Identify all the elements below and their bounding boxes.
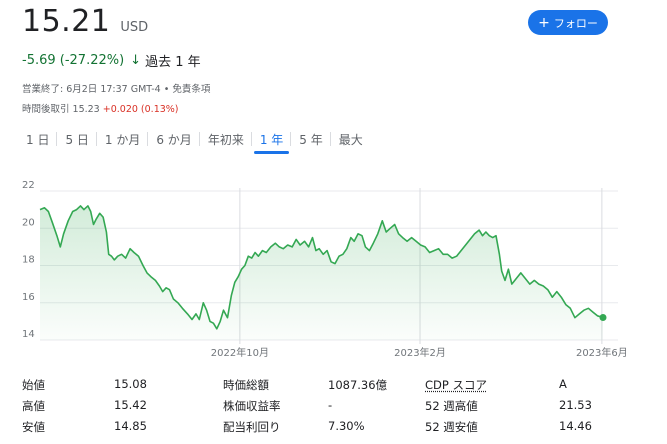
price-header: 15.21 USD [22, 4, 148, 39]
tab-range-0[interactable]: 1 日 [18, 128, 58, 156]
tab-range-3[interactable]: 6 か月 [148, 128, 201, 156]
follow-button-label: フォロー [553, 16, 598, 30]
stat-value-open: 15.08 [114, 377, 147, 391]
y-tick-label: 22 [22, 180, 35, 191]
price-change-row: -5.69 (-27.22%) ↓ 過去 1 年 [22, 51, 201, 70]
stats-row: 安値 14.85 配当利回り 7.30% 52 週安値 14.46 [22, 419, 642, 440]
tab-range-6[interactable]: 5 年 [291, 128, 332, 156]
stat-value-52w-low: 14.46 [559, 419, 592, 433]
stat-value-low: 14.85 [114, 419, 147, 433]
tab-label: 最大 [338, 133, 363, 147]
after-hours-info: 時間後取引 15.23 +0.020 (0.13%) [22, 101, 179, 115]
stat-value-market-cap: 1087.36億 [328, 378, 388, 392]
change-period: 過去 1 年 [145, 55, 201, 70]
stat-value-dividend-yield: 7.30% [328, 419, 365, 433]
stat-value-52w-high: 21.53 [559, 398, 592, 412]
stats-table: 始値 15.08 時価総額 1087.36億 CDP スコア A 高値 15.4… [22, 377, 642, 440]
tab-range-5[interactable]: 1 年 [252, 128, 292, 156]
active-tab-indicator [253, 151, 290, 154]
currency-label: USD [120, 20, 149, 35]
x-tick-label: 2023年6月 [576, 346, 628, 359]
arrow-down-icon: ↓ [130, 53, 142, 68]
y-tick-label: 20 [22, 217, 35, 228]
tab-label: 5 日 [65, 133, 89, 147]
x-tick-label: 2023年2月 [394, 346, 446, 359]
price-chart-svg: 22 20 18 16 14 2022年10月 2023年2月 2023年6月 [22, 180, 628, 359]
stats-row: 高値 15.42 株価収益率 - 52 週高値 21.53 [22, 398, 642, 419]
stat-value-pe-ratio: - [328, 398, 333, 412]
stat-label-52w-low: 52 週安値 [425, 420, 478, 434]
x-tick-label: 2022年10月 [211, 346, 269, 359]
plus-icon: + [538, 14, 550, 31]
tab-range-4[interactable]: 年初来 [200, 128, 252, 156]
price-chart[interactable]: 22 20 18 16 14 2022年10月 2023年2月 2023年6月 [0, 170, 667, 370]
stat-label-cdp-score[interactable]: CDP スコア [425, 377, 487, 393]
tab-label: 5 年 [299, 133, 323, 147]
after-hours-change: +0.020 (0.13%) [102, 104, 179, 115]
follow-button[interactable]: + フォロー [528, 10, 608, 35]
tab-label: 1 日 [26, 133, 50, 147]
stat-label-high: 高値 [22, 399, 45, 413]
stat-label-dividend-yield: 配当利回り [223, 420, 281, 434]
stat-value-high: 15.42 [114, 398, 147, 412]
tab-range-1[interactable]: 5 日 [57, 128, 98, 156]
current-price: 15.21 [22, 4, 111, 39]
after-hours-label: 時間後取引 15.23 [22, 104, 100, 115]
stat-label-open: 始値 [22, 378, 45, 392]
price-change: -5.69 (-27.22%) [22, 53, 125, 68]
tab-label: 1 か月 [104, 133, 141, 147]
tab-range-7[interactable]: 最大 [331, 128, 371, 156]
stat-label-market-cap: 時価総額 [223, 378, 269, 392]
tab-label: 6 か月 [156, 133, 192, 147]
tab-label: 1 年 [259, 133, 284, 147]
y-tick-label: 14 [22, 329, 35, 340]
market-status: 営業終了: 6月2日 17:37 GMT-4 • 免責条項 [22, 84, 211, 95]
range-tabs: 1 日 5 日 1 か月 6 か月 年初来 1 年 5 年 最大 [18, 128, 371, 156]
tab-label: 年初来 [207, 133, 244, 147]
tab-range-2[interactable]: 1 か月 [97, 128, 149, 156]
y-tick-label: 18 [22, 255, 35, 266]
y-tick-label: 16 [22, 292, 35, 303]
stat-value-cdp-score: A [559, 377, 567, 391]
stats-row: 始値 15.08 時価総額 1087.36億 CDP スコア A [22, 377, 642, 398]
stat-label-low: 安値 [22, 420, 45, 434]
stat-label-52w-high: 52 週高値 [425, 399, 478, 413]
price-area [40, 205, 603, 340]
last-price-dot [599, 313, 607, 321]
stat-label-pe-ratio: 株価収益率 [223, 399, 281, 413]
